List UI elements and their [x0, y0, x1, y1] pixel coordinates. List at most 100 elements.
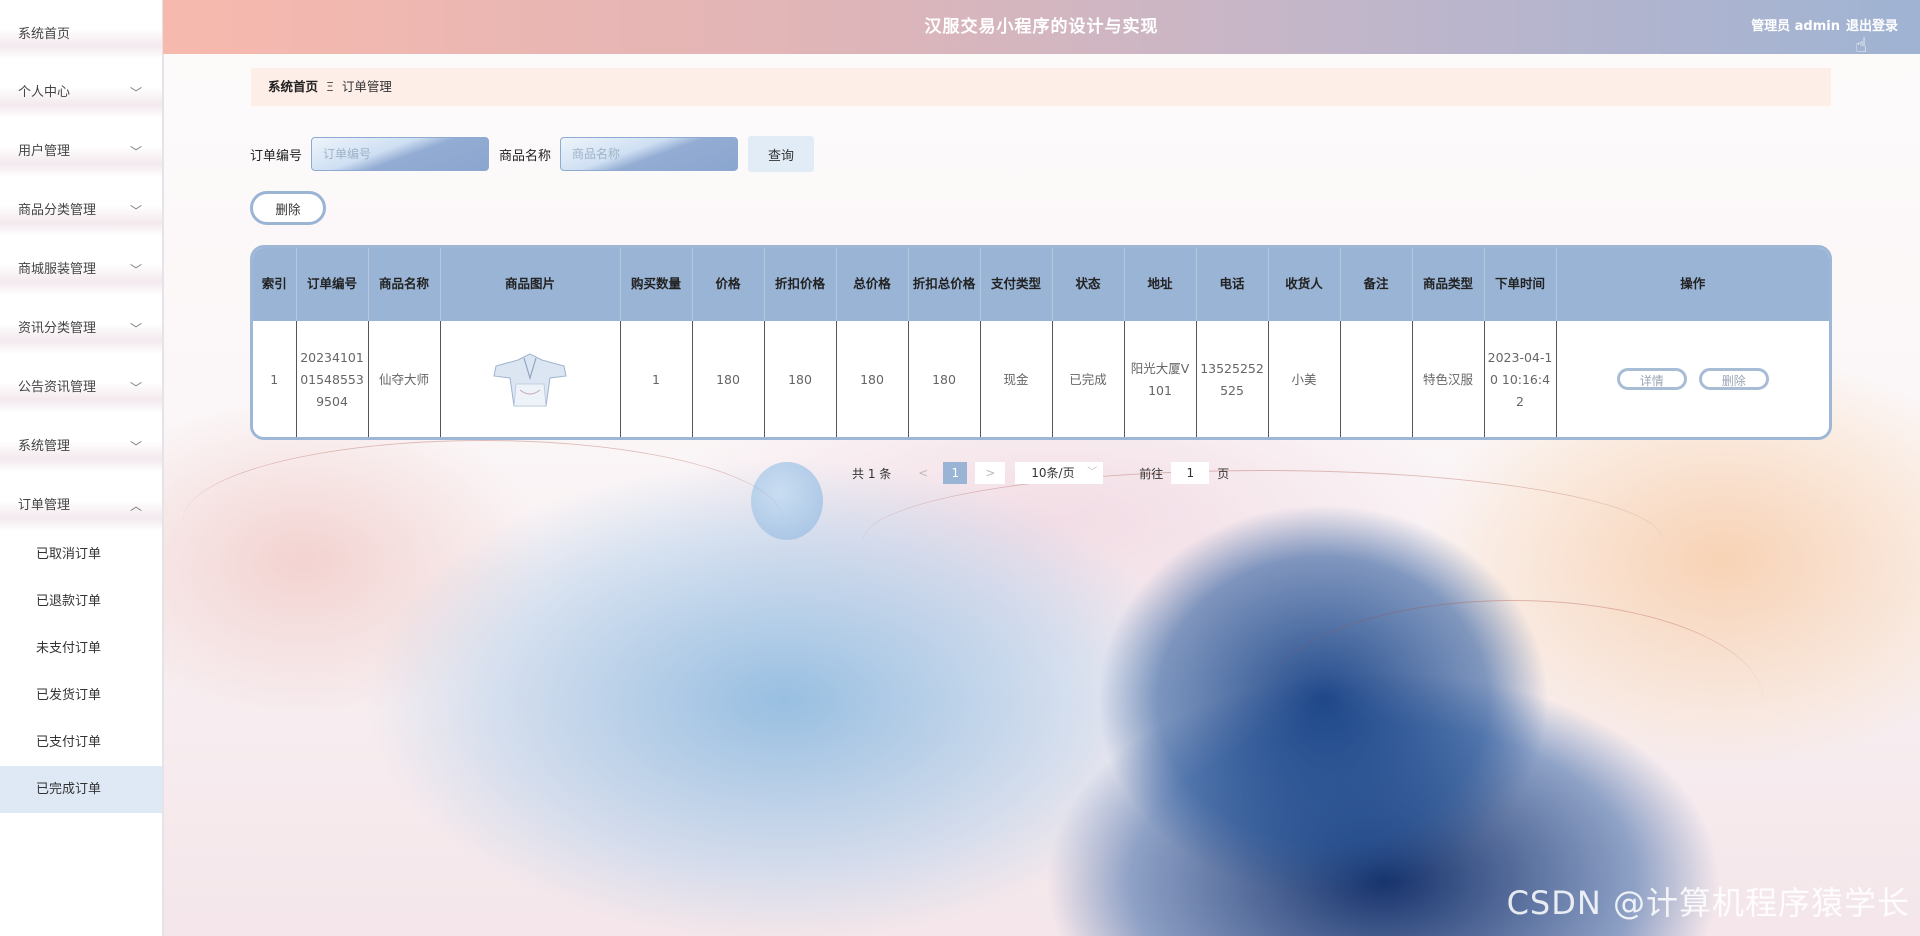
- sidebar-item-users[interactable]: 用户管理 ﹀: [0, 118, 162, 177]
- column-header: 订单编号: [296, 248, 369, 321]
- prev-page-icon[interactable]: <: [911, 466, 935, 480]
- chevron-down-icon: ﹀: [129, 204, 142, 218]
- sidebar: 系统首页 个人中心 ﹀ 用户管理 ﹀ 商品分类管理 ﹀ 商城服装管理 ﹀ 资讯分…: [0, 0, 164, 936]
- sidebar-item-orders[interactable]: 订单管理 ︿: [0, 472, 162, 531]
- chevron-down-icon: ﹀: [129, 322, 142, 336]
- batch-delete-button[interactable]: 删除: [250, 191, 326, 225]
- column-header: 总价格: [836, 248, 909, 321]
- column-header: 支付类型: [980, 248, 1053, 321]
- breadcrumb-home[interactable]: 系统首页: [268, 68, 318, 106]
- column-header: 备注: [1340, 248, 1413, 321]
- order-number-label: 订单编号: [250, 148, 303, 164]
- column-header: 商品图片: [440, 248, 621, 321]
- product-name-label: 商品名称: [499, 148, 552, 164]
- search-bar: 订单编号 商品名称 查询: [250, 136, 815, 172]
- table-header-row: 索引 订单编号 商品名称 商品图片 购买数量 价格 折扣价格 总价格 折扣总价格…: [253, 248, 1829, 321]
- next-page-icon[interactable]: >: [975, 462, 1006, 484]
- sidebar-item-clothing[interactable]: 商城服装管理 ﹀: [0, 236, 162, 295]
- orders-table: 索引 订单编号 商品名称 商品图片 购买数量 价格 折扣价格 总价格 折扣总价格…: [250, 245, 1832, 440]
- column-header: 状态: [1052, 248, 1125, 321]
- ink-vein: [1263, 600, 1763, 801]
- column-header: 电话: [1196, 248, 1269, 321]
- current-user: 管理员 admin: [1751, 19, 1840, 34]
- cell-total-price: 180: [836, 320, 909, 437]
- query-button[interactable]: 查询: [748, 136, 815, 172]
- sidebar-item-label: 商城服装管理: [18, 262, 97, 277]
- pagination-total: 共 1 条: [852, 466, 892, 481]
- app-title: 汉服交易小程序的设计与实现: [924, 17, 1159, 37]
- sidebar-item-news-category[interactable]: 资讯分类管理 ﹀: [0, 295, 162, 354]
- sidebar-item-home[interactable]: 系统首页: [0, 0, 162, 59]
- sidebar-item-system[interactable]: 系统管理 ﹀: [0, 413, 162, 472]
- sidebar-subitem-shipped[interactable]: 已发货订单: [0, 672, 162, 719]
- sidebar-item-product-category[interactable]: 商品分类管理 ﹀: [0, 177, 162, 236]
- cell-discount-total: 180: [908, 320, 981, 437]
- cell-phone: 13525252525: [1196, 320, 1269, 437]
- cell-pay-type: 现金: [980, 320, 1053, 437]
- order-number-input[interactable]: [311, 137, 490, 171]
- column-header: 折扣价格: [764, 248, 837, 321]
- sidebar-item-label: 系统首页: [18, 27, 71, 42]
- cell-index: 1: [253, 320, 297, 437]
- sidebar-subitem-paid[interactable]: 已支付订单: [0, 719, 162, 766]
- watermark: CSDN @计算机程序猿学长: [1506, 884, 1910, 922]
- cell-product-type: 特色汉服: [1412, 320, 1485, 437]
- chevron-up-icon: ︿: [129, 499, 142, 513]
- page-unit-label: 页: [1217, 466, 1230, 481]
- detail-button[interactable]: 详情: [1616, 367, 1687, 390]
- goto-page-input[interactable]: 1: [1171, 462, 1210, 484]
- goto-label: 前往: [1139, 466, 1164, 481]
- hand-cursor-icon: ☝: [1855, 33, 1868, 57]
- column-header: 商品类型: [1412, 248, 1485, 321]
- pagination: 共 1 条 < 1 > 10条/页 ﹀ 前往 1 页: [852, 460, 1229, 486]
- sidebar-item-label: 系统管理: [18, 439, 71, 454]
- sidebar-item-label: 用户管理: [18, 144, 71, 159]
- sidebar-item-label: 公告资讯管理: [18, 380, 97, 395]
- cell-actions: 详情 删除: [1556, 320, 1829, 437]
- cell-discount-price: 180: [764, 320, 837, 437]
- table-row: 1 20234101015485539504 仙夺大师 1 180 180 18…: [253, 320, 1829, 437]
- cell-product-image: [440, 320, 621, 437]
- cell-note: [1340, 320, 1413, 437]
- cell-quantity: 1: [620, 320, 693, 437]
- sidebar-item-label: 个人中心: [18, 85, 71, 100]
- column-header: 商品名称: [368, 248, 441, 321]
- sidebar-subitem-unpaid[interactable]: 未支付订单: [0, 625, 162, 672]
- cell-status: 已完成: [1052, 320, 1125, 437]
- sidebar-item-profile[interactable]: 个人中心 ﹀: [0, 59, 162, 118]
- page-size-value: 10条/页: [1031, 466, 1075, 480]
- chevron-down-icon: ﹀: [129, 263, 142, 277]
- column-header: 收货人: [1268, 248, 1341, 321]
- breadcrumb: 系统首页 Ξ 订单管理: [251, 68, 1831, 106]
- column-header: 索引: [253, 248, 297, 321]
- hanfu-image[interactable]: [490, 350, 570, 410]
- cell-price: 180: [692, 320, 765, 437]
- sidebar-subitem-refunded[interactable]: 已退款订单: [0, 578, 162, 625]
- breadcrumb-current: 订单管理: [341, 79, 392, 94]
- breadcrumb-separator-icon: Ξ: [326, 79, 334, 94]
- column-header: 下单时间: [1484, 248, 1557, 321]
- cell-order-time: 2023-04-10 10:16:42: [1484, 320, 1557, 437]
- column-header: 操作: [1556, 248, 1829, 321]
- cell-order-number: 20234101015485539504: [296, 320, 369, 437]
- sidebar-item-label: 商品分类管理: [18, 203, 97, 218]
- row-delete-button[interactable]: 删除: [1698, 367, 1769, 390]
- column-header: 折扣总价格: [908, 248, 981, 321]
- top-header: 汉服交易小程序的设计与实现 管理员 admin 退出登录: [163, 0, 1920, 54]
- chevron-down-icon: ﹀: [129, 86, 142, 100]
- column-header: 价格: [692, 248, 765, 321]
- ink-vein: [183, 440, 783, 601]
- column-header: 购买数量: [620, 248, 693, 321]
- chevron-down-icon: ﹀: [1087, 467, 1098, 478]
- ink-vein: [863, 470, 1663, 611]
- logout-link[interactable]: 退出登录: [1846, 0, 1898, 54]
- chevron-down-icon: ﹀: [129, 381, 142, 395]
- sidebar-subitem-completed[interactable]: 已完成订单: [0, 766, 162, 813]
- chevron-down-icon: ﹀: [129, 440, 142, 454]
- product-name-input[interactable]: [560, 137, 739, 171]
- page-size-select[interactable]: 10条/页 ﹀: [1015, 462, 1104, 484]
- sidebar-item-label: 订单管理: [18, 498, 71, 513]
- cell-address: 阳光大厦V101: [1124, 320, 1197, 437]
- page-number-current[interactable]: 1: [943, 462, 968, 484]
- sidebar-item-announcements[interactable]: 公告资讯管理 ﹀: [0, 354, 162, 413]
